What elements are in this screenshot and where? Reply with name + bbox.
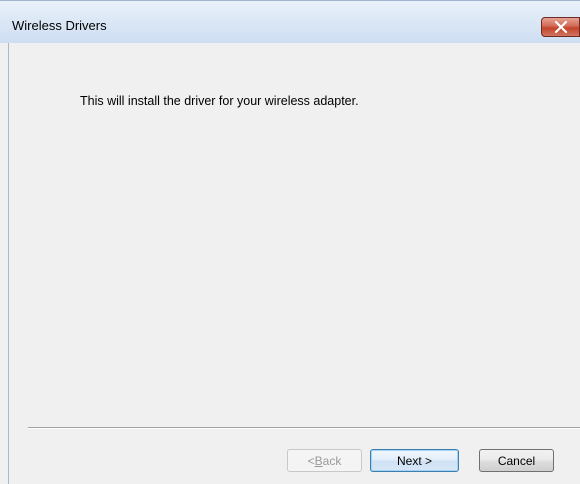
cancel-button[interactable]: Cancel — [479, 449, 554, 472]
back-button-prefix: < — [307, 453, 315, 468]
back-button[interactable]: < Back — [287, 449, 362, 472]
close-icon — [554, 21, 568, 33]
window-title: Wireless Drivers — [12, 18, 107, 33]
back-button-rest: ack — [322, 453, 342, 468]
cancel-button-label: Cancel — [497, 453, 536, 468]
title-bar[interactable]: Wireless Drivers — [0, 1, 580, 43]
close-button[interactable] — [541, 17, 580, 37]
back-button-mnemonic: B — [314, 453, 323, 468]
dialog-body — [8, 43, 580, 484]
wizard-window: Wireless Drivers This will install the d… — [0, 0, 580, 484]
install-message: This will install the driver for your wi… — [80, 94, 359, 108]
next-button-label: Next > — [396, 453, 432, 468]
button-divider — [28, 427, 580, 429]
next-button[interactable]: Next > — [370, 449, 459, 472]
